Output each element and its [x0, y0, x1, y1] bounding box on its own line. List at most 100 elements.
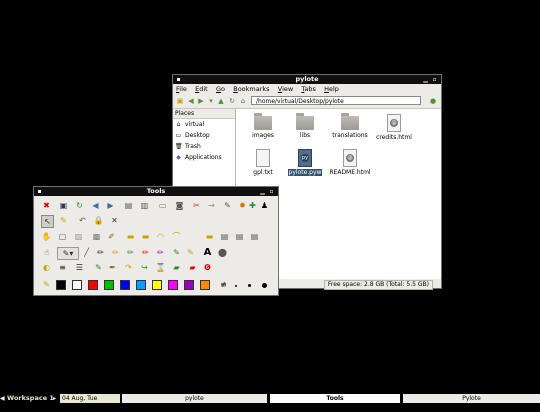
tool-a-icon[interactable]: ▬ [204, 231, 215, 242]
close-icon[interactable]: ✖ [41, 200, 52, 211]
pencil-icon[interactable]: ✎ [58, 215, 69, 226]
place-trash[interactable]: 🗑 Trash [173, 141, 235, 152]
maximize-icon[interactable]: ▫ [431, 76, 438, 83]
disk-icon[interactable]: ▤ [123, 200, 134, 211]
file-item-pylote[interactable]: py pylote.pyw [280, 149, 330, 176]
file-item-readme[interactable]: @ README.html [325, 149, 375, 176]
next-icon[interactable]: ▶ [105, 200, 116, 211]
color-swatch-purple[interactable] [184, 280, 194, 290]
workspace-menu-icon[interactable]: ◀ [0, 394, 6, 403]
minimize-icon[interactable]: ▁ [259, 188, 266, 195]
line-style-icon[interactable]: ☰ [74, 262, 85, 273]
screen-icon[interactable]: ▭ [157, 200, 168, 211]
camera-icon[interactable]: ◙ [174, 200, 185, 211]
curve-icon[interactable]: ↷ [123, 262, 134, 273]
pin-icon[interactable]: ⬤ [217, 247, 228, 258]
back-icon[interactable]: ◀ [187, 97, 195, 105]
compass-icon[interactable]: ⌒ [171, 231, 182, 242]
workspace-label[interactable]: Workspace 1 [7, 394, 54, 403]
tools-titlebar[interactable]: ▪ Tools ▁ ▫ [34, 187, 278, 196]
file-item-credits[interactable]: @ credits.html [369, 114, 419, 141]
eraser-icon[interactable]: ▩ [91, 231, 102, 242]
task-pylote[interactable]: pylote [122, 394, 267, 403]
lock-icon[interactable]: 🔒 [93, 215, 104, 226]
go-icon[interactable]: ● [429, 97, 437, 105]
reload-icon[interactable]: ↻ [228, 97, 236, 105]
protractor-icon[interactable]: ◠ [155, 231, 166, 242]
pen-size-small[interactable] [235, 285, 237, 287]
text-icon[interactable]: A [202, 247, 213, 258]
forward-icon[interactable]: ▶ [197, 97, 205, 105]
file-item-libs[interactable]: libs [280, 113, 330, 139]
rectangle-icon[interactable]: ▢ [57, 231, 68, 242]
task-pylote-app[interactable]: Pylote [403, 394, 540, 403]
menu-bookmarks[interactable]: Bookmarks [230, 84, 272, 94]
dropdown-icon[interactable]: ▾ [207, 97, 215, 105]
red-pen-icon[interactable]: ✏ [140, 247, 151, 258]
up-icon[interactable]: ▲ [217, 97, 225, 105]
refresh-icon[interactable]: ↻ [74, 200, 85, 211]
color-swatch-green[interactable] [104, 280, 114, 290]
file-manager-titlebar[interactable]: ▪ pylote ▁ ▫ [173, 75, 441, 84]
wrench-icon[interactable]: ✎ [222, 200, 233, 211]
ruler-icon[interactable]: ▬ [125, 231, 136, 242]
color-swatch-yellow[interactable] [152, 280, 162, 290]
line-pen-icon[interactable]: ╱ [81, 247, 92, 258]
file-item-translations[interactable]: translations [325, 113, 375, 139]
tux-icon[interactable]: ♟ [259, 200, 270, 211]
minimize-icon[interactable]: ▁ [422, 76, 429, 83]
delete-icon[interactable]: ✕ [109, 215, 120, 226]
yellow-pen-icon[interactable]: ✏ [110, 247, 121, 258]
color-swatch-orange[interactable] [200, 280, 210, 290]
menu-go[interactable]: Go [213, 84, 228, 94]
yellow-highlighter-icon[interactable]: ✎ [185, 247, 196, 258]
stamp-icon[interactable]: ✒ [107, 262, 118, 273]
menu-view[interactable]: View [275, 84, 296, 94]
menu-tabs[interactable]: Tabs [298, 84, 318, 94]
cursor-icon[interactable]: ☝ [41, 247, 52, 258]
red-marker-icon[interactable]: ▰ [187, 262, 198, 273]
line-width-icon[interactable]: ≡ [57, 262, 68, 273]
select-pointer-icon[interactable]: ↖ [41, 215, 54, 228]
green-pen-icon[interactable]: ✏ [125, 247, 136, 258]
marker-icon[interactable]: ▰ [171, 262, 182, 273]
number-icon[interactable]: ❻ [202, 262, 213, 273]
square-ruler-icon[interactable]: ▬ [140, 231, 151, 242]
previous-icon[interactable]: ◀ [90, 200, 101, 211]
purple-pen-icon[interactable]: ✏ [155, 247, 166, 258]
tool-b-icon[interactable]: ▤ [219, 231, 230, 242]
tool-d-icon[interactable]: ▤ [249, 231, 260, 242]
strikethrough-lines-icon[interactable]: ≢ [218, 279, 229, 290]
place-applications[interactable]: ◆ Applications [173, 152, 235, 163]
color-swatch-black[interactable] [56, 280, 66, 290]
green-brush-icon[interactable]: ✎ [93, 262, 104, 273]
color-swatch-white[interactable] [72, 280, 82, 290]
window-menu-icon[interactable]: ▪ [36, 188, 43, 195]
task-tools[interactable]: Tools [270, 394, 400, 403]
arrow-icon[interactable]: → [206, 200, 217, 211]
print-icon[interactable]: ▥ [139, 200, 150, 211]
menu-help[interactable]: Help [321, 84, 342, 94]
add-icon[interactable]: ✚ [247, 200, 258, 211]
window-menu-icon[interactable]: ▪ [175, 76, 182, 83]
pen-size-large[interactable] [262, 283, 267, 288]
fill-icon[interactable]: ▨ [73, 231, 84, 242]
pen-size-medium[interactable] [248, 284, 251, 287]
color-swatch-blue[interactable] [120, 280, 130, 290]
home-icon[interactable]: ⌂ [239, 97, 247, 105]
new-folder-icon[interactable]: ▣ [176, 97, 184, 105]
maximize-icon[interactable]: ▫ [268, 188, 275, 195]
palette-icon[interactable]: ◐ [41, 262, 52, 273]
cut-icon[interactable]: ✂ [191, 200, 202, 211]
place-desktop[interactable]: ▭ Desktop [173, 130, 235, 141]
save-icon[interactable]: ▣ [58, 200, 69, 211]
color-picker-icon[interactable]: ✎ [41, 279, 52, 290]
color-swatch-cyan[interactable] [136, 280, 146, 290]
green-highlighter-icon[interactable]: ✎ [171, 247, 182, 258]
color-swatch-magenta[interactable] [168, 280, 178, 290]
location-field[interactable]: /home/virtual/Desktop/pylote [251, 96, 421, 105]
hand-icon[interactable]: ✋ [41, 231, 52, 242]
tool-c-icon[interactable]: ▤ [234, 231, 245, 242]
menu-file[interactable]: File [173, 84, 190, 94]
place-virtual[interactable]: ⌂ virtual [173, 119, 235, 130]
